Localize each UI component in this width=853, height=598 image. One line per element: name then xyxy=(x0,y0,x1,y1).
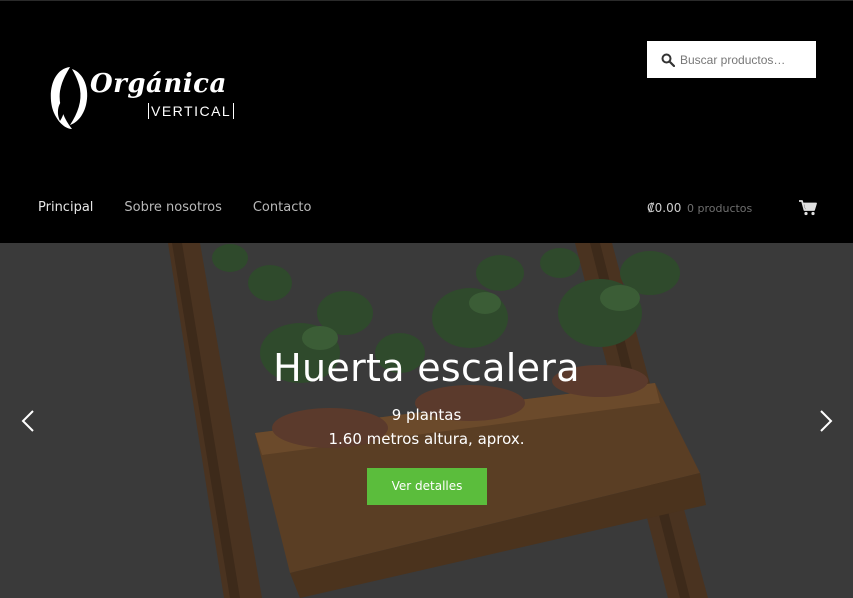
nav-item-contacto[interactable]: Contacto xyxy=(253,200,312,215)
chevron-left-icon[interactable] xyxy=(20,409,36,433)
slide-subtitle-plants: 9 plantas xyxy=(391,406,462,424)
leaf-logo-icon xyxy=(50,67,88,129)
slide-subtitle-height: 1.60 metros altura, aprox. xyxy=(328,430,525,448)
product-search[interactable] xyxy=(647,41,816,78)
search-input[interactable] xyxy=(680,41,810,78)
nav-item-sobre-nosotros[interactable]: Sobre nosotros xyxy=(124,200,221,215)
hero-slider: Huerta escalera 9 plantas 1.60 metros al… xyxy=(0,243,853,598)
cart-icon[interactable] xyxy=(799,200,817,216)
search-icon xyxy=(661,53,675,67)
nav-item-principal[interactable]: Principal xyxy=(38,200,93,215)
cart-amount: ₡0.00 xyxy=(647,201,682,215)
view-details-button[interactable]: Ver detalles xyxy=(367,468,487,505)
logo-wordmark: Orgánica xyxy=(90,69,227,99)
chevron-right-icon[interactable] xyxy=(818,409,834,433)
primary-nav: Principal Sobre nosotros Contacto xyxy=(38,200,342,215)
site-header: Orgánica VERTICAL Principal Sobre nosotr… xyxy=(0,0,853,243)
cart-count: 0 productos xyxy=(687,202,753,215)
mini-cart[interactable]: ₡0.00 0 productos xyxy=(647,200,817,220)
logo-tagline: VERTICAL xyxy=(148,103,235,119)
slide-title: Huerta escalera xyxy=(273,346,580,390)
site-logo[interactable]: Orgánica VERTICAL xyxy=(44,59,235,135)
